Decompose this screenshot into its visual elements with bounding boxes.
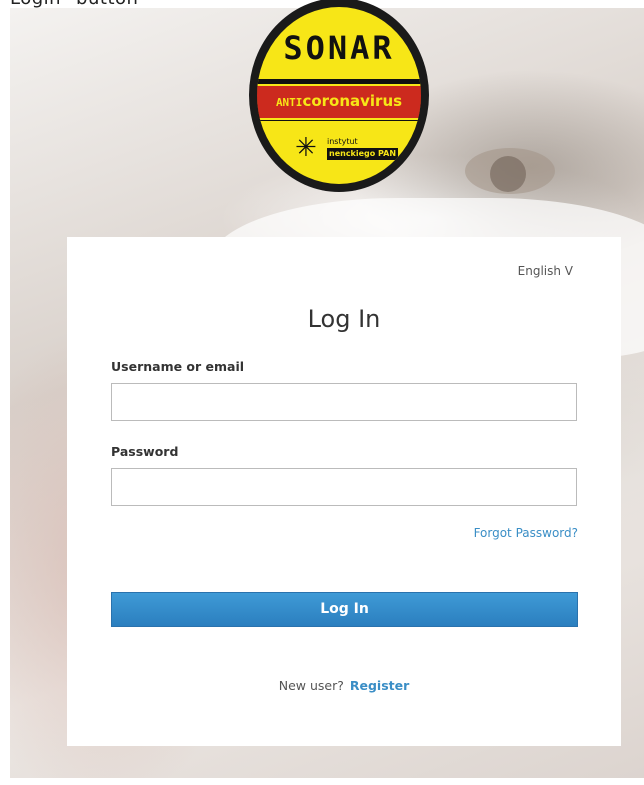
iris-image: [490, 156, 526, 192]
logo-band: ANTIcoronavirus: [257, 84, 421, 120]
login-button[interactable]: Log In: [111, 592, 578, 627]
page-title: Log In: [307, 305, 381, 333]
new-user-text: New user?: [278, 678, 344, 693]
forgot-password-link[interactable]: Forgot Password?: [474, 526, 578, 540]
logo-institute-text: instytut: [327, 137, 358, 146]
register-link[interactable]: Register: [350, 678, 409, 693]
register-row: New user? Register: [67, 678, 621, 693]
username-input[interactable]: [111, 383, 577, 421]
logo-coronavirus-text: coronavirus: [302, 92, 403, 110]
logo-anti-text: ANTI: [275, 96, 303, 109]
institute-star-icon: ✳: [295, 133, 317, 163]
logo-pan-text: nenckiego PAN: [327, 148, 399, 160]
language-selector[interactable]: English V: [518, 264, 573, 278]
logo-title: SONAR: [283, 29, 395, 67]
sonar-logo-inner: SONAR ANTIcoronavirus ✳ instytut nenckie…: [257, 7, 421, 184]
username-label: Username or email: [111, 359, 245, 374]
login-card: English V Log In Username or email Passw…: [67, 237, 621, 746]
caption-text: Login" button: [10, 0, 138, 9]
password-input[interactable]: [111, 468, 577, 506]
password-label: Password: [111, 444, 179, 459]
